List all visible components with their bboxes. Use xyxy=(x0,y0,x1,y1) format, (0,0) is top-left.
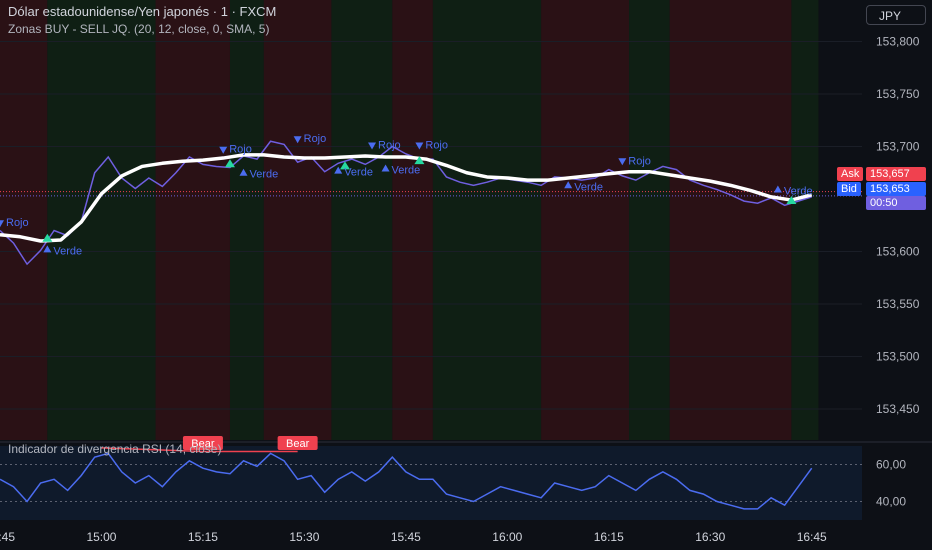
buy-zone xyxy=(47,0,156,440)
time-axis-label: 15:15 xyxy=(188,530,218,544)
rsi-panel-background xyxy=(0,446,862,520)
symbol-title[interactable]: Dólar estadounidense/Yen japonés · 1 · F… xyxy=(8,3,276,21)
buy-signal-label: Verde xyxy=(392,165,421,177)
buy-zone xyxy=(791,0,819,440)
time-axis-label: 15:00 xyxy=(86,530,116,544)
time-axis-label: 14:45 xyxy=(0,530,15,544)
price-axis-label: 153,500 xyxy=(876,350,920,364)
buy-signal-label: Verde xyxy=(784,186,813,198)
sell-zone xyxy=(155,0,230,440)
chart-canvas[interactable]: Rojo Rojo Rojo Rojo Rojo Rojo Verde Verde Verde V… xyxy=(0,0,932,550)
rsi-axis-label: 60,00 xyxy=(876,458,906,472)
buy-zone xyxy=(629,0,670,440)
bear-label: Bear xyxy=(286,438,310,450)
time-axis-label: 16:00 xyxy=(492,530,522,544)
buy-signal-label: Verde xyxy=(574,181,603,193)
sell-zone xyxy=(392,0,433,440)
sell-signal-label: Rojo xyxy=(229,144,252,156)
countdown-tag: 00:50 xyxy=(866,196,926,210)
bid-value-tag: 153,653 xyxy=(866,182,926,196)
price-axis-label: 153,450 xyxy=(876,402,920,416)
ask-value-tag: 153,657 xyxy=(866,167,926,181)
rsi-axis-label: 40,00 xyxy=(876,495,906,509)
sell-signal-label: Rojo xyxy=(628,155,651,167)
time-axis-label: 16:15 xyxy=(594,530,624,544)
buy-zone xyxy=(432,0,542,440)
bid-label: Bid xyxy=(837,182,861,196)
indicator-legend[interactable]: Zonas BUY - SELL JQ. (20, 12, close, 0, … xyxy=(8,21,276,37)
price-axis-label: 153,750 xyxy=(876,87,920,101)
currency-button[interactable]: JPY xyxy=(866,5,926,25)
ask-label: Ask xyxy=(837,167,864,181)
chart-header: Dólar estadounidense/Yen japonés · 1 · F… xyxy=(8,3,276,37)
sell-zone xyxy=(263,0,332,440)
time-axis-label: 16:30 xyxy=(695,530,725,544)
rsi-legend[interactable]: Indicador de divergencia RSI (14, close) xyxy=(8,442,221,456)
buy-signal-label: Verde xyxy=(53,245,82,257)
time-axis-label: 15:45 xyxy=(391,530,421,544)
time-axis-label: 15:30 xyxy=(289,530,319,544)
sell-signal-label: Rojo xyxy=(378,140,401,152)
sell-signal-label: Rojo xyxy=(304,133,327,145)
sell-zone xyxy=(669,0,792,440)
price-axis-label: 153,700 xyxy=(876,140,920,154)
buy-zone xyxy=(229,0,264,440)
buy-zone xyxy=(331,0,393,440)
buy-signal-label: Verde xyxy=(344,167,373,179)
trading-chart-window: Rojo Rojo Rojo Rojo Rojo Rojo Verde Verde Verde V… xyxy=(0,0,932,550)
sell-zone xyxy=(541,0,630,440)
sell-signal-label: Rojo xyxy=(425,140,448,152)
price-axis-label: 153,600 xyxy=(876,245,920,259)
sell-signal-label: Rojo xyxy=(6,217,29,229)
buy-signal-label: Verde xyxy=(250,169,279,181)
time-axis-label: 16:45 xyxy=(797,530,827,544)
price-axis-label: 153,550 xyxy=(876,297,920,311)
price-axis-label: 153,800 xyxy=(876,35,920,49)
